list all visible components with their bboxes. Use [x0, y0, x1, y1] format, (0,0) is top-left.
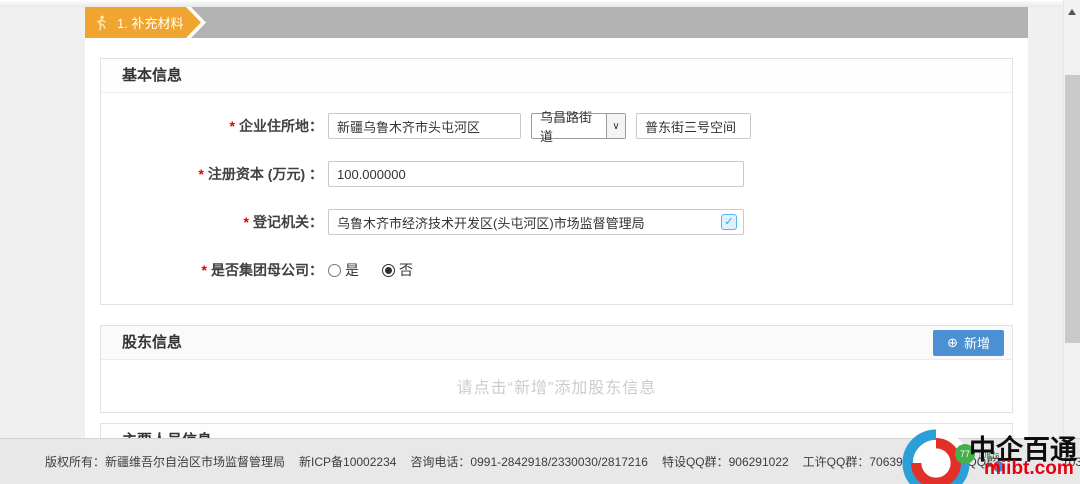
shareholders-empty-hint: 请点击“新增”添加股东信息	[456, 380, 657, 397]
radio-option-yes[interactable]: 是	[328, 260, 359, 280]
main-column: 1. 补充材料 基本信息 *企业住所地： 乌昌路街道 ∨	[85, 7, 1028, 484]
required-asterisk: *	[201, 262, 207, 278]
vertical-scrollbar[interactable]	[1063, 0, 1080, 438]
footer-qq-special: 特设QQ群：906291022	[661, 455, 789, 469]
registry-authority-input[interactable]	[328, 209, 744, 235]
chevron-down-icon[interactable]: ∨	[606, 114, 625, 138]
runner-icon	[94, 15, 108, 31]
scrollbar-thumb[interactable]	[1065, 75, 1080, 343]
basic-info-body: *企业住所地： 乌昌路街道 ∨ *注册资本 (万元) ：	[101, 93, 1012, 304]
scrollbar-up-arrow-icon[interactable]	[1068, 9, 1076, 15]
basic-info-card: 基本信息 *企业住所地： 乌昌路街道 ∨	[100, 58, 1013, 305]
watermark-domain-text: miibt.com	[984, 458, 1074, 479]
registry-row: *登记机关： ✓	[101, 198, 1012, 246]
address-detail-input[interactable]	[636, 113, 751, 139]
group-parent-row: * 是否集团母公司： 是 否	[101, 246, 1012, 294]
registry-label: * 登记机关：	[243, 214, 323, 230]
required-asterisk: *	[243, 214, 249, 230]
add-shareholder-button[interactable]: ⊕ 新增	[933, 329, 1004, 356]
address-row: *企业住所地： 乌昌路街道 ∨	[101, 102, 1012, 150]
street-select[interactable]: 乌昌路街道 ∨	[531, 110, 626, 144]
form-content-panel: 基本信息 *企业住所地： 乌昌路街道 ∨	[85, 38, 1028, 484]
radio-circle-icon[interactable]	[328, 263, 341, 277]
required-asterisk: *	[198, 166, 204, 182]
footer-icp: 新ICP备10002234	[299, 455, 397, 469]
address-region-input[interactable]	[328, 113, 521, 139]
plus-circle-icon: ⊕	[947, 334, 958, 350]
step-tab-label: 1. 补充材料	[117, 16, 184, 31]
shareholders-title: 股东信息	[122, 333, 183, 351]
footer-copyright: 版权所有：新疆维吾尔自治区市场监督管理局	[45, 455, 286, 469]
basic-info-header: 基本信息	[101, 59, 1012, 93]
registered-capital-input[interactable]	[328, 161, 744, 187]
street-select-value: 乌昌路街道	[540, 110, 593, 144]
capital-row: * 注册资本 (万元) ：	[101, 150, 1012, 198]
radio-circle-icon[interactable]	[382, 263, 395, 277]
top-strip	[0, 0, 1080, 7]
footer-phone: 咨询电话：0991-2842918/2330030/2817216	[410, 455, 648, 469]
shareholders-header: 股东信息 ⊕ 新增	[101, 326, 1012, 360]
checkbox-checked-icon[interactable]: ✓	[721, 214, 737, 230]
watermark: 77 ↓0K/s 中企百通 miibt.com	[898, 427, 1080, 484]
shareholders-card: 股东信息 ⊕ 新增 请点击“新增”添加股东信息	[100, 325, 1013, 413]
group-parent-label: * 是否集团母公司：	[201, 262, 323, 278]
step-tab-supplementary-materials[interactable]: 1. 补充材料	[85, 7, 201, 38]
required-asterisk: *	[229, 118, 235, 134]
address-label: * 企业住所地：	[229, 118, 323, 134]
capital-label: * 注册资本 (万元) ：	[198, 166, 323, 182]
step-progress-bar: 1. 补充材料	[85, 7, 1028, 38]
radio-option-no[interactable]: 否	[382, 260, 413, 280]
